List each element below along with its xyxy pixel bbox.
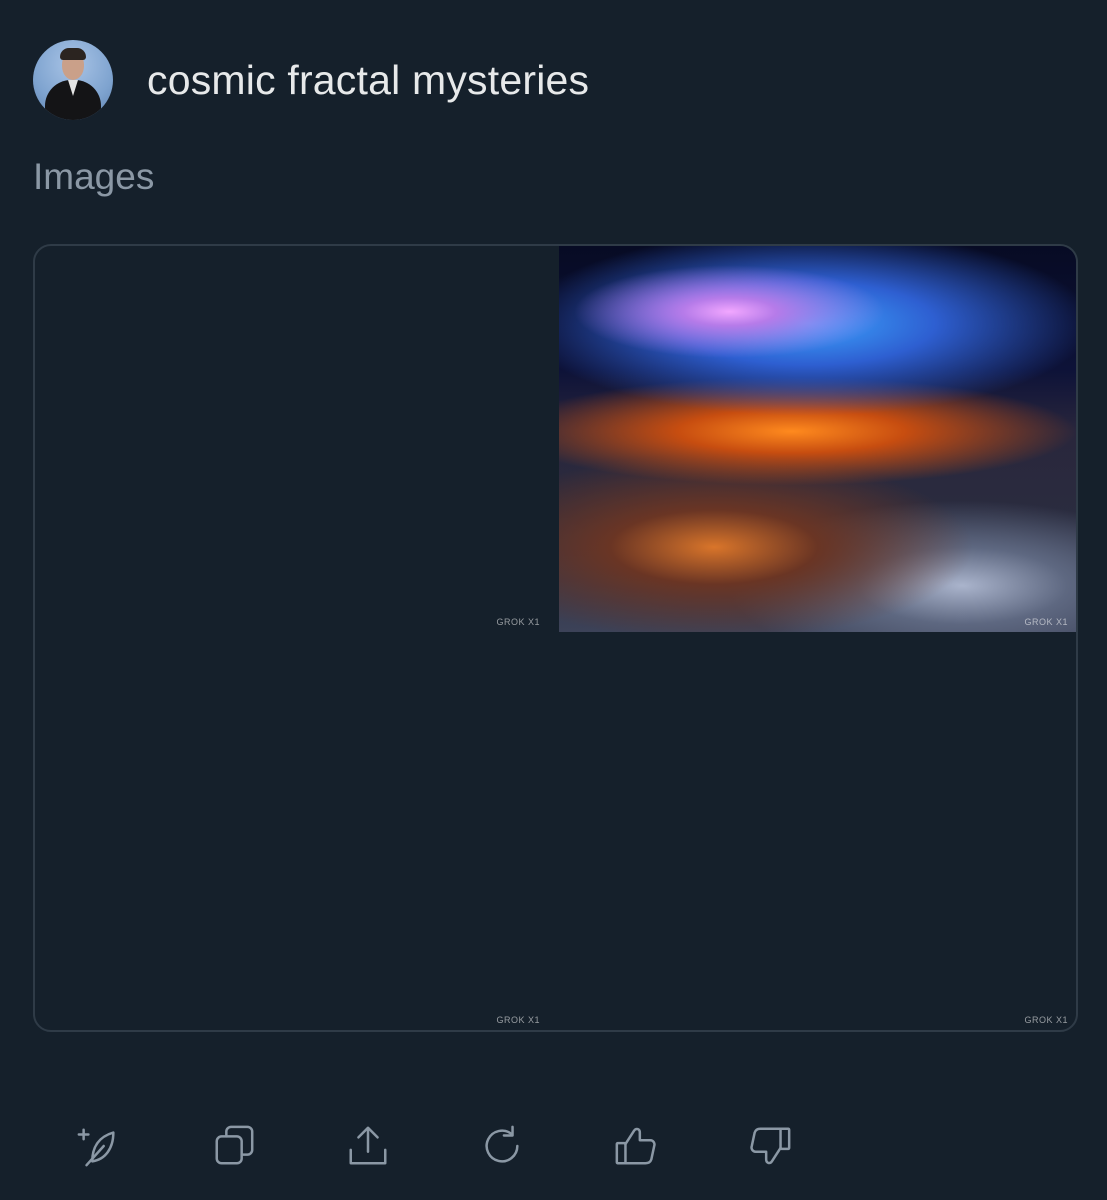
thumbs-up-icon — [615, 1127, 656, 1165]
image-tile-3[interactable]: GROK X1 — [35, 643, 548, 1030]
watermark: GROK X1 — [1024, 617, 1068, 627]
watermark: GROK X1 — [1024, 1015, 1068, 1025]
share-icon — [349, 1126, 387, 1165]
new-post-button[interactable] — [74, 1122, 122, 1170]
image-tile-2[interactable]: GROK X1 — [559, 246, 1076, 632]
section-label-images: Images — [33, 156, 155, 197]
image-tile-4[interactable]: GROK X1 — [559, 643, 1076, 1030]
image-tile-1[interactable]: GROK X1 — [35, 246, 548, 632]
image-grid: GROK X1 GROK X1 GROK X1 GROK X1 — [33, 244, 1078, 1032]
copy-icon — [215, 1125, 254, 1165]
share-button[interactable] — [344, 1122, 392, 1170]
action-bar — [0, 1114, 1107, 1174]
new-post-icon — [77, 1128, 115, 1167]
regenerate-icon — [485, 1125, 519, 1163]
copy-button[interactable] — [210, 1122, 258, 1170]
post-header: cosmic fractal mysteries — [33, 40, 589, 120]
watermark: GROK X1 — [496, 1015, 540, 1025]
avatar[interactable] — [33, 40, 113, 120]
thumbs-up-button[interactable] — [612, 1122, 660, 1170]
thumbs-down-icon — [750, 1127, 791, 1165]
post-title: cosmic fractal mysteries — [147, 56, 590, 103]
watermark: GROK X1 — [496, 617, 540, 627]
regenerate-button[interactable] — [478, 1122, 526, 1170]
thumbs-down-button[interactable] — [746, 1122, 794, 1170]
